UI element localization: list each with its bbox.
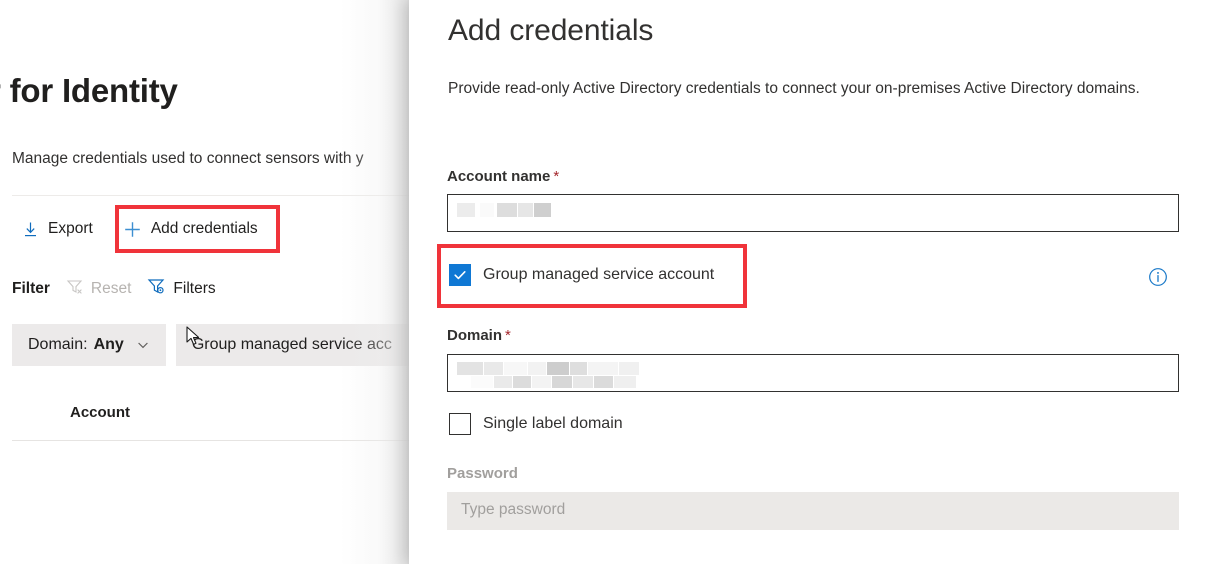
reset-filters-label: Reset <box>90 280 132 297</box>
background-page: r for Identity Manage credentials used t… <box>0 0 412 564</box>
filter-settings-icon <box>147 277 166 301</box>
add-credentials-button[interactable]: Add credentials <box>113 214 268 245</box>
export-label: Export <box>48 220 93 237</box>
filter-clear-icon <box>66 278 84 301</box>
filter-bar: Filter Reset Filters <box>12 276 216 302</box>
panel-title: Add credentials <box>448 14 654 47</box>
domain-label-text: Domain <box>447 327 503 344</box>
password-placeholder: Type password <box>461 501 566 518</box>
export-button[interactable]: Export <box>12 214 103 244</box>
domain-label: Domain * <box>447 327 511 344</box>
plus-icon <box>123 220 142 239</box>
table-header-rule <box>12 440 412 441</box>
reset-filters-button[interactable]: Reset <box>66 278 132 301</box>
screen-root: r for Identity Manage credentials used t… <box>0 0 1206 564</box>
gmsa-checkbox-label: Group managed service account <box>483 266 715 283</box>
filter-pill-row: Domain: Any Group managed service acc <box>12 324 412 366</box>
page-subtitle: Manage credentials used to connect senso… <box>12 150 364 167</box>
command-bar: Export Add credentials <box>12 210 268 248</box>
account-name-input[interactable] <box>447 194 1179 232</box>
filter-pill-gmsa-label: Group managed service acc <box>191 336 392 353</box>
account-name-required-marker: * <box>553 168 560 185</box>
filter-pill-domain[interactable]: Domain: Any <box>12 324 166 366</box>
chevron-down-icon <box>136 338 150 352</box>
account-name-label: Account name * <box>447 168 559 185</box>
account-name-label-text: Account name <box>447 168 551 185</box>
password-label: Password <box>447 465 518 482</box>
password-input[interactable]: Type password <box>447 492 1179 530</box>
domain-redacted-value <box>457 360 657 388</box>
check-icon <box>454 271 466 280</box>
filter-pill-domain-value: Any <box>93 336 124 353</box>
credentials-table-header <box>0 400 412 440</box>
single-label-domain-row[interactable]: Single label domain <box>449 413 623 435</box>
domain-input[interactable] <box>447 354 1179 392</box>
gmsa-checkbox-row[interactable]: Group managed service account <box>449 264 714 286</box>
filters-button[interactable]: Filters <box>147 277 216 301</box>
toolbar-divider <box>12 195 412 196</box>
info-circle-icon[interactable] <box>1148 267 1168 292</box>
domain-required-marker: * <box>505 327 511 344</box>
filter-bar-label: Filter <box>12 280 50 297</box>
page-title: r for Identity <box>0 72 178 109</box>
add-credentials-label: Add credentials <box>150 220 258 237</box>
download-icon <box>22 221 39 238</box>
filter-pill-domain-key: Domain: <box>28 336 88 353</box>
panel-description: Provide read-only Active Directory crede… <box>448 80 1140 97</box>
gmsa-checkbox[interactable] <box>449 264 471 286</box>
filters-label: Filters <box>173 280 216 297</box>
single-label-domain-label: Single label domain <box>483 415 623 432</box>
single-label-domain-checkbox[interactable] <box>449 413 471 435</box>
filter-pill-gmsa[interactable]: Group managed service acc <box>175 324 412 366</box>
account-name-redacted-value <box>457 201 617 221</box>
table-column-account[interactable]: Account <box>70 404 130 421</box>
